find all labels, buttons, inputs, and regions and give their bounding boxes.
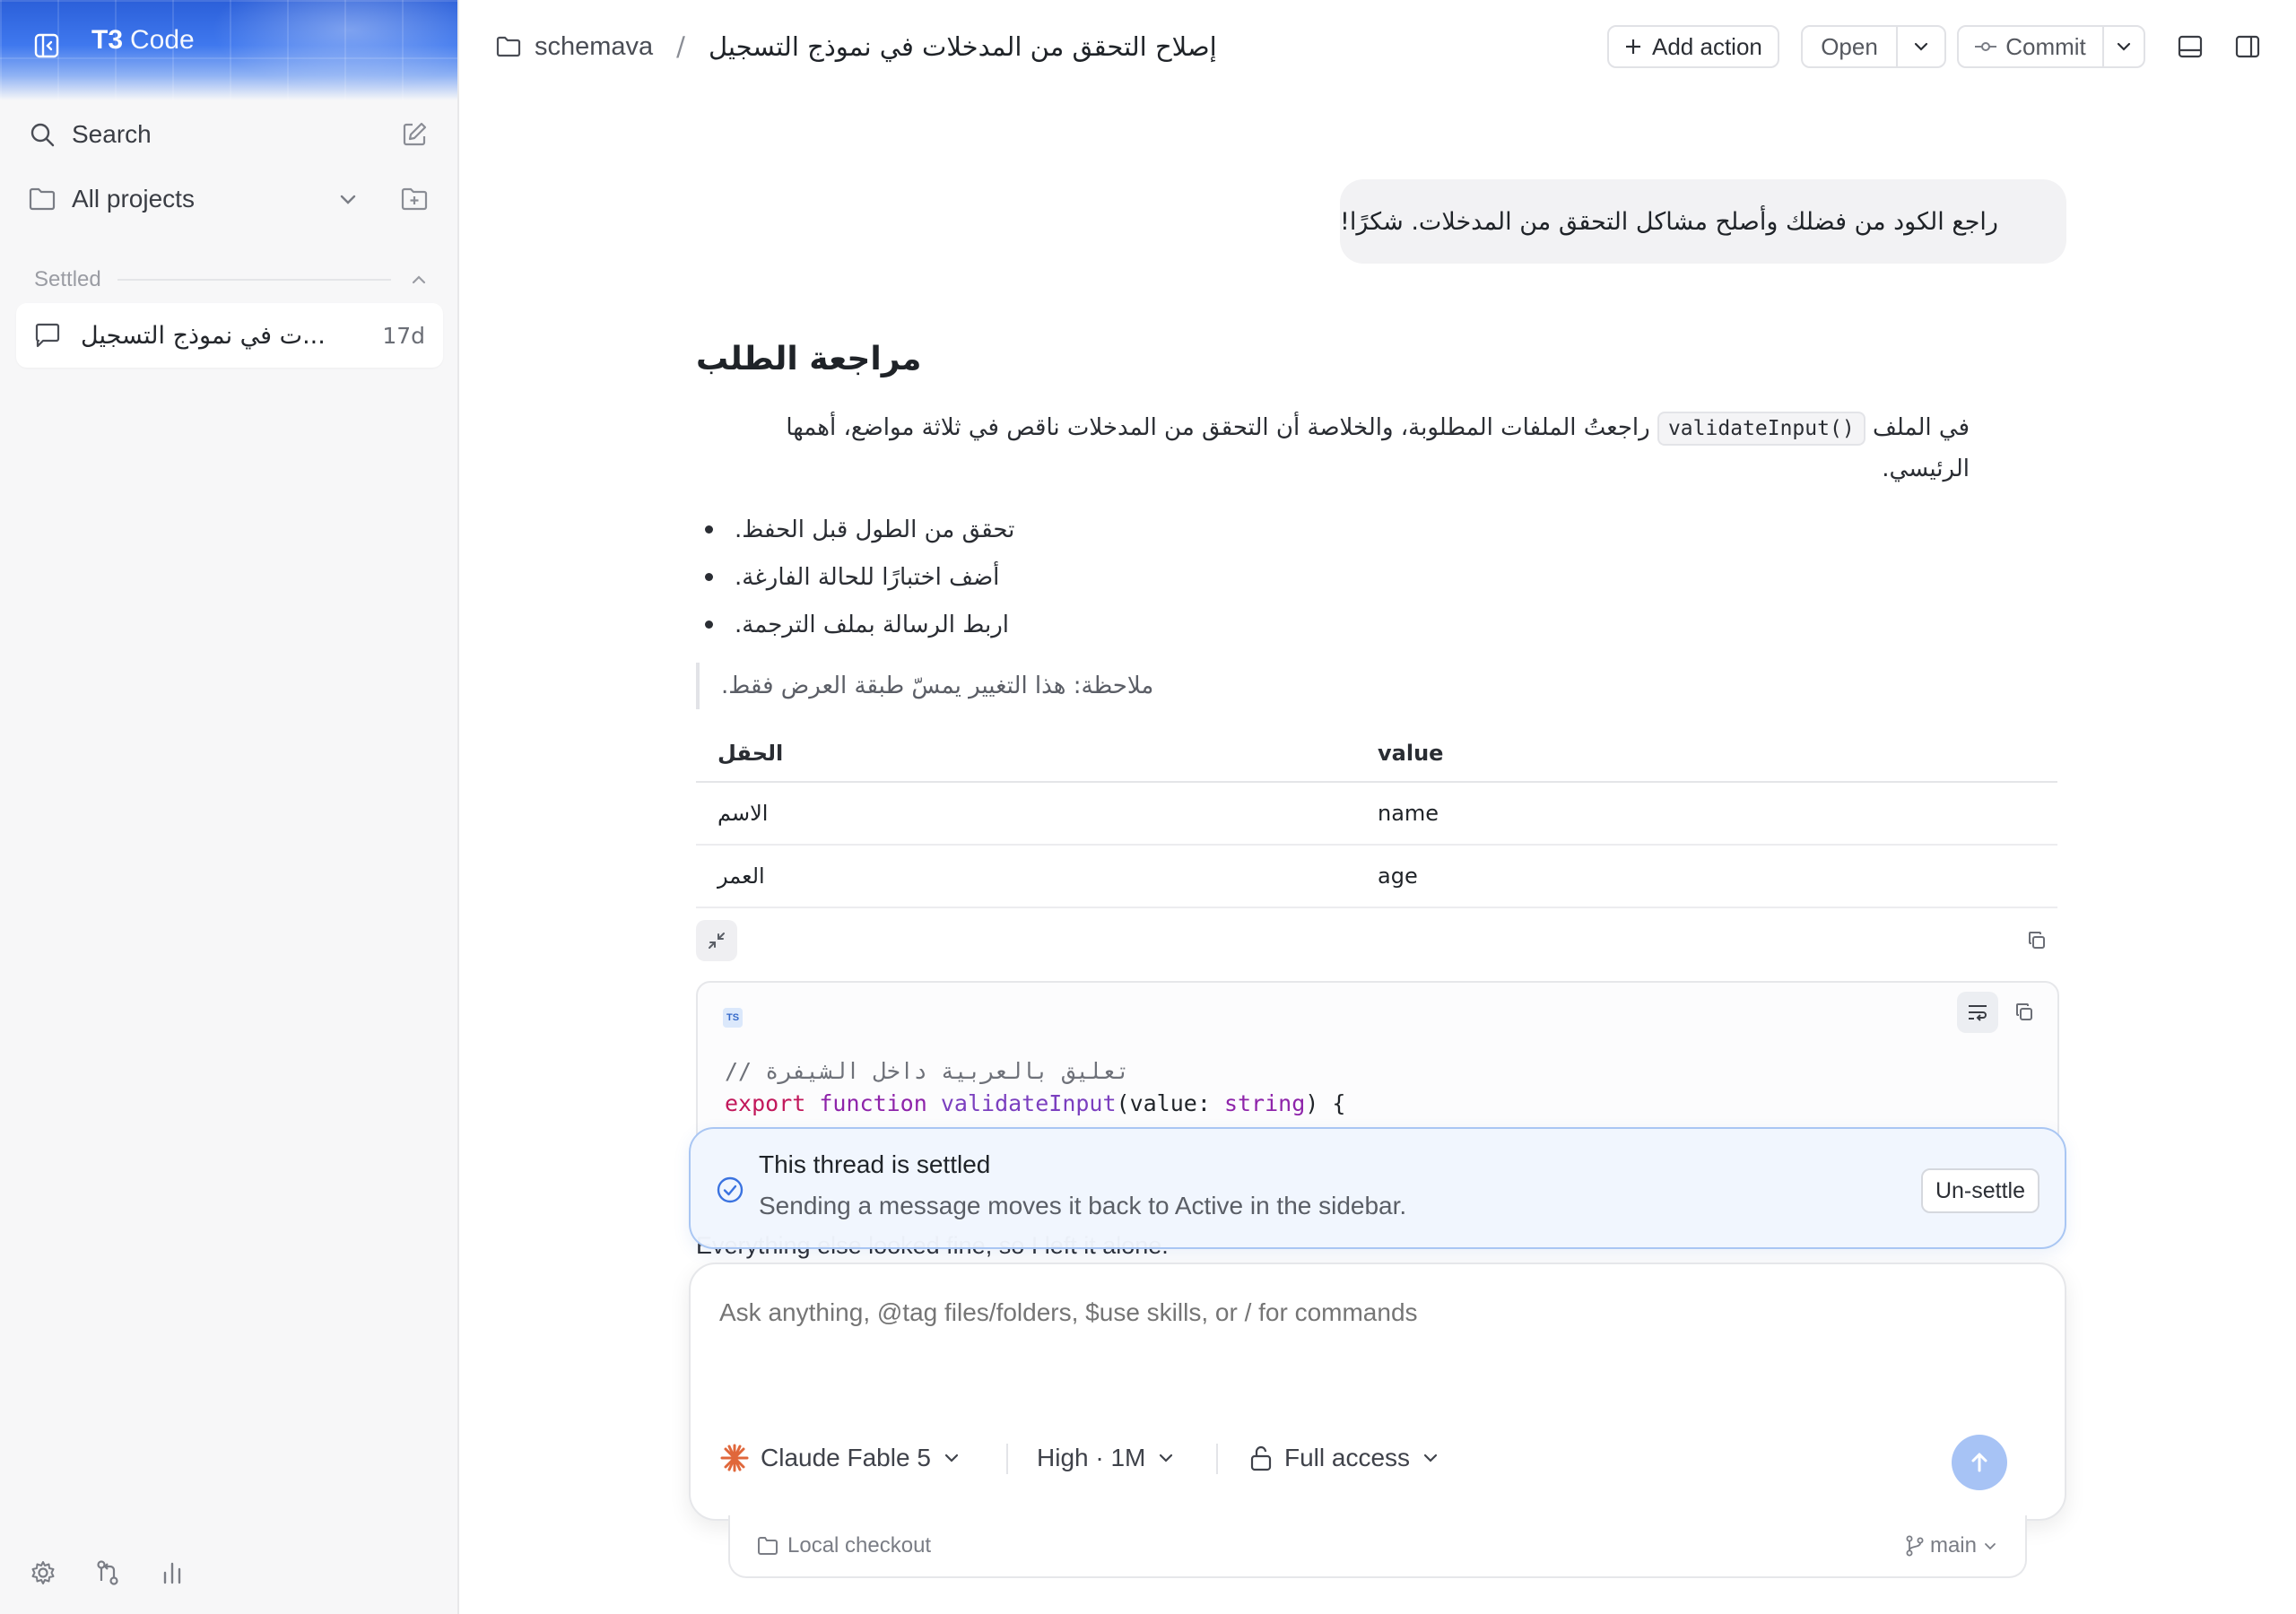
access-selector[interactable]: Full access bbox=[1248, 1436, 1440, 1480]
app-logo: T3 Code bbox=[91, 25, 195, 55]
folder-icon bbox=[757, 1536, 778, 1556]
collapse-table-icon[interactable] bbox=[696, 920, 737, 961]
commit-label: Commit bbox=[2005, 32, 2086, 60]
chevron-down-icon[interactable] bbox=[332, 183, 364, 215]
chevron-down-icon bbox=[1421, 1448, 1440, 1468]
model-label: Claude Fable 5 bbox=[761, 1444, 931, 1471]
add-project-icon[interactable] bbox=[398, 183, 430, 215]
settled-banner: This thread is settled Sending a message… bbox=[689, 1127, 2066, 1249]
toggle-bottom-panel-icon[interactable] bbox=[2174, 30, 2206, 63]
settings-icon[interactable] bbox=[27, 1557, 59, 1589]
send-button[interactable] bbox=[1952, 1435, 2007, 1490]
copy-code-icon[interactable] bbox=[2004, 992, 2045, 1033]
composer: Claude Fable 5 High · 1M Full access bbox=[689, 1263, 2066, 1521]
code-comment: // تعليق بالعربية داخل الشيفرة bbox=[725, 1058, 1130, 1084]
table-cell: الاسم bbox=[718, 801, 769, 826]
thread-title: ...ت في نموذج التسجيل bbox=[81, 321, 326, 350]
typescript-icon: TS bbox=[723, 1008, 743, 1028]
user-message: راجع الكود من فضلك وأصلح مشاكل التحقق من… bbox=[1340, 179, 2066, 264]
project-selector[interactable]: All projects bbox=[14, 172, 445, 226]
branch-selector[interactable]: main bbox=[1905, 1533, 1998, 1558]
git-compare-icon[interactable] bbox=[91, 1557, 124, 1589]
model-selector[interactable]: Claude Fable 5 bbox=[719, 1436, 961, 1480]
settled-title: This thread is settled bbox=[759, 1150, 991, 1178]
table-cell: age bbox=[1378, 863, 1418, 889]
copy-table-icon[interactable] bbox=[2016, 920, 2057, 961]
add-action-label: Add action bbox=[1652, 32, 1762, 60]
section-settled[interactable]: Settled bbox=[34, 265, 429, 294]
assistant-paragraph: في الملف validateInput() راجعتُ الملفات … bbox=[696, 407, 1970, 490]
branch-label: main bbox=[1929, 1533, 1977, 1558]
wrap-lines-icon[interactable] bbox=[1957, 992, 1998, 1033]
inline-code: validateInput() bbox=[1657, 412, 1866, 446]
toggle-right-panel-icon[interactable] bbox=[2231, 30, 2264, 63]
git-branch-icon bbox=[1905, 1535, 1925, 1557]
data-table: الحقل value الاسم name العمر age bbox=[696, 725, 2057, 908]
list-item: تحقق من الطول قبل الحفظ. bbox=[696, 506, 2061, 553]
open-button-group: Open bbox=[1801, 25, 1946, 68]
assistant-heading: مراجعة الطلب bbox=[696, 341, 922, 377]
chevron-down-icon bbox=[1982, 1538, 1998, 1554]
folder-icon bbox=[27, 184, 57, 214]
commit-menu-chevron-icon[interactable] bbox=[2104, 27, 2144, 66]
message-input[interactable] bbox=[719, 1298, 1975, 1327]
collapse-sidebar-icon[interactable] bbox=[34, 33, 59, 58]
commit-button[interactable]: Commit bbox=[1959, 27, 2102, 66]
page-title: إصلاح التحقق من المدخلات في نموذج التسجي… bbox=[708, 31, 1217, 62]
open-menu-chevron-icon[interactable] bbox=[1898, 27, 1944, 66]
breadcrumb-separator: / bbox=[676, 31, 685, 62]
list-item: اربط الرسالة بملف الترجمة. bbox=[696, 601, 2061, 648]
table-cell: name bbox=[1378, 801, 1439, 826]
check-circle-icon bbox=[716, 1176, 744, 1204]
chat-bubble-icon bbox=[32, 320, 63, 351]
settled-subtitle: Sending a message moves it back to Activ… bbox=[759, 1192, 1407, 1219]
search-icon bbox=[27, 119, 57, 150]
bar-chart-icon[interactable] bbox=[156, 1557, 188, 1589]
local-checkout-label: Local checkout bbox=[787, 1533, 932, 1558]
model-star-icon bbox=[719, 1443, 750, 1473]
table-row: العمر age bbox=[696, 846, 2057, 908]
lock-icon bbox=[1248, 1445, 1274, 1471]
open-button[interactable]: Open bbox=[1803, 27, 1896, 66]
effort-label: High · 1M bbox=[1037, 1444, 1146, 1471]
top-bar: schemava / إصلاح التحقق من المدخلات في ن… bbox=[459, 0, 2296, 93]
git-commit-icon bbox=[1975, 40, 1997, 53]
arrow-up-icon bbox=[1968, 1451, 1991, 1474]
brand-header: T3 Code bbox=[0, 0, 457, 100]
bullet-list: تحقق من الطول قبل الحفظ. أضف اختبارًا لل… bbox=[696, 506, 2061, 648]
blockquote: ملاحظة: هذا التغيير يمسّ طبقة العرض فقط. bbox=[696, 663, 1198, 709]
sidebar-search[interactable]: Search bbox=[14, 108, 445, 161]
commit-button-group: Commit bbox=[1957, 25, 2145, 68]
search-label: Search bbox=[72, 120, 152, 148]
code-line: export function validateInput(value: str… bbox=[725, 1090, 1346, 1116]
access-label: Full access bbox=[1284, 1444, 1411, 1471]
chevron-up-icon[interactable] bbox=[409, 270, 429, 290]
sidebar: T3 Code Search All projects Settled ...ت … bbox=[0, 0, 459, 1614]
table-cell: العمر bbox=[718, 863, 765, 889]
breadcrumb-project[interactable]: schemava bbox=[535, 32, 653, 62]
list-item: أضف اختبارًا للحالة الفارغة. bbox=[696, 553, 2061, 601]
local-checkout[interactable]: Local checkout bbox=[757, 1533, 931, 1558]
chevron-down-icon bbox=[942, 1448, 961, 1468]
table-header-row: الحقل value bbox=[696, 725, 2057, 783]
new-thread-icon[interactable] bbox=[398, 118, 430, 151]
chevron-down-icon bbox=[1156, 1448, 1176, 1468]
table-header-cell: الحقل bbox=[718, 741, 784, 766]
unsettle-button[interactable]: Un-settle bbox=[1920, 1168, 2039, 1213]
assistant-message: مراجعة الطلب في الملف validateInput() را… bbox=[696, 341, 2061, 908]
effort-selector[interactable]: High · 1M bbox=[1037, 1436, 1176, 1480]
thread-age: 17d bbox=[382, 322, 425, 349]
sidebar-thread-item[interactable]: ...ت في نموذج التسجيل 17d bbox=[16, 303, 443, 368]
table-row: الاسم name bbox=[696, 783, 2057, 846]
projects-label: All projects bbox=[72, 185, 195, 213]
table-header-cell: value bbox=[1378, 741, 1444, 766]
checkout-bar: Local checkout main bbox=[728, 1515, 2027, 1578]
breadcrumb: schemava / إصلاح التحقق من المدخلات في ن… bbox=[495, 27, 1217, 66]
folder-icon bbox=[495, 35, 522, 58]
section-label: Settled bbox=[34, 267, 101, 291]
plus-icon bbox=[1609, 27, 1643, 66]
add-action-button[interactable]: Add action bbox=[1607, 25, 1779, 68]
